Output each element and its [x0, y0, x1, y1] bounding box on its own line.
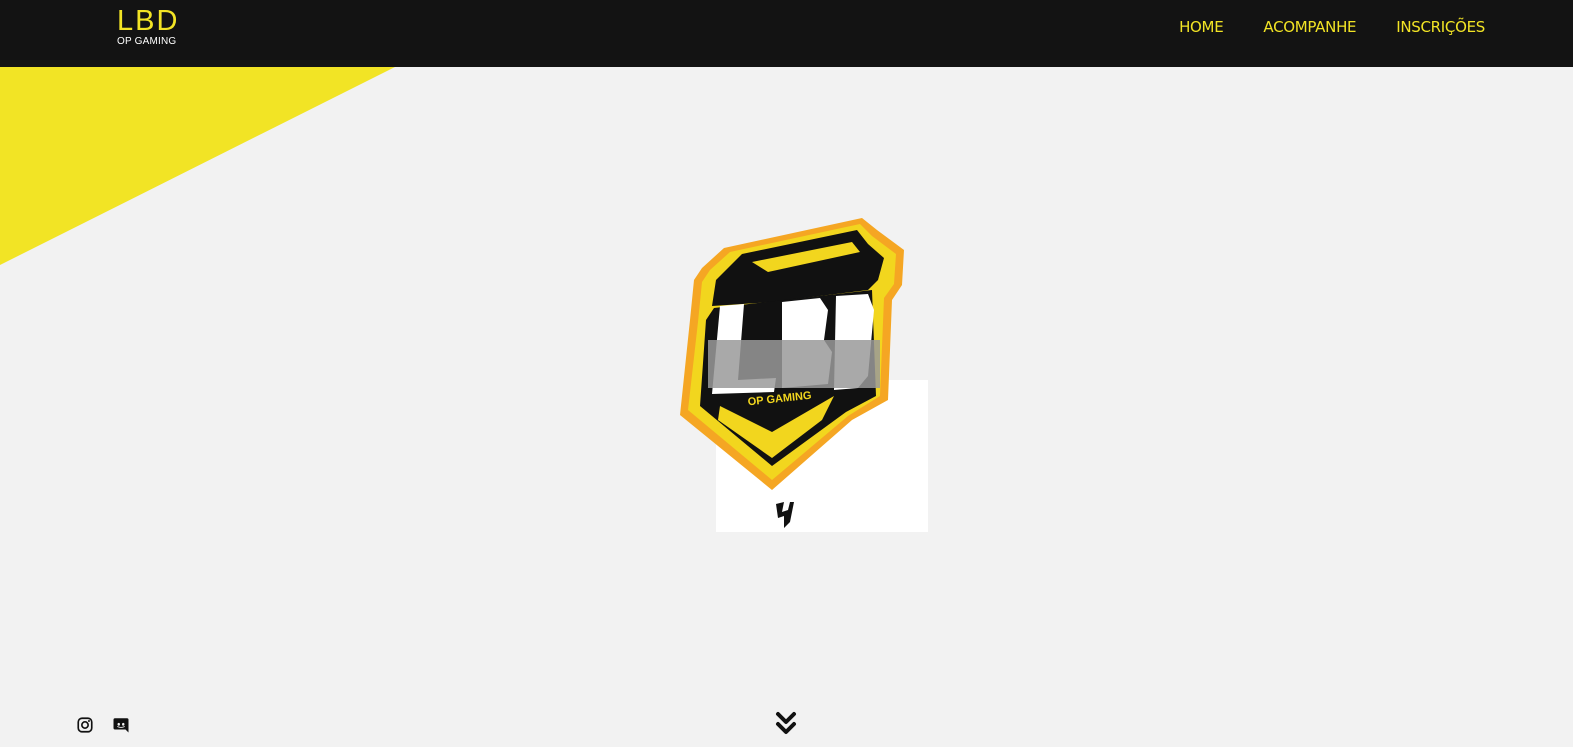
instagram-icon[interactable] — [76, 716, 94, 734]
social-links — [76, 716, 130, 734]
brand-subtitle: OP GAMING — [117, 36, 177, 47]
top-navbar: LBD OP GAMING HOME ACOMPANHE INSCRIÇÕES — [0, 0, 1573, 67]
discord-icon[interactable] — [112, 716, 130, 734]
lbd-shield-logo: OP GAMING — [680, 218, 904, 528]
brand-logo-link[interactable]: LBD OP GAMING — [117, 7, 179, 47]
nav-link-acompanhe[interactable]: ACOMPANHE — [1263, 18, 1356, 36]
nav-link-inscricoes[interactable]: INSCRIÇÕES — [1396, 18, 1485, 36]
brand-title: LBD — [117, 5, 180, 37]
main-nav: HOME ACOMPANHE INSCRIÇÕES — [1179, 18, 1485, 36]
double-chevron-down-icon[interactable] — [775, 711, 797, 737]
decorative-yellow-triangle — [0, 67, 395, 265]
page: LBD OP GAMING HOME ACOMPANHE INSCRIÇÕES … — [0, 0, 1573, 747]
nav-link-home[interactable]: HOME — [1179, 18, 1224, 36]
